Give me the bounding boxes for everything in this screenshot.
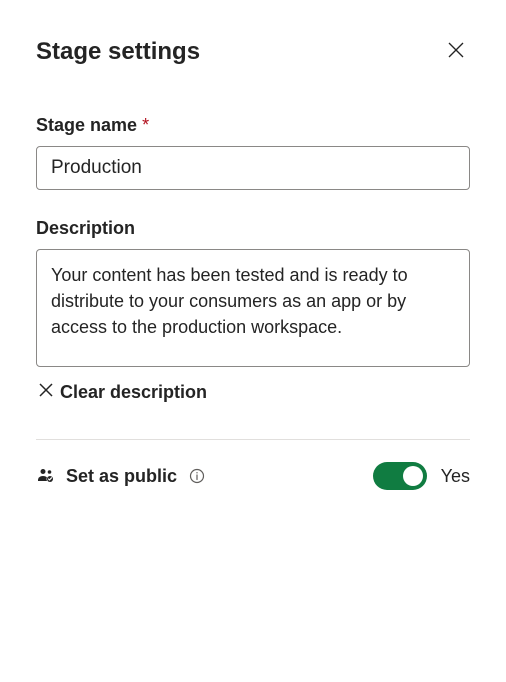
set-public-label: Set as public [66, 466, 177, 487]
clear-description-button[interactable]: Clear description [36, 374, 209, 411]
info-icon[interactable] [189, 468, 205, 484]
toggle-knob [403, 466, 423, 486]
close-button[interactable] [442, 36, 470, 67]
required-mark: * [142, 115, 149, 135]
description-textarea[interactable] [36, 249, 470, 367]
close-icon [446, 40, 466, 63]
people-icon [36, 466, 56, 486]
page-title: Stage settings [36, 38, 200, 66]
toggle-state-label: Yes [441, 466, 470, 487]
close-icon [38, 382, 54, 403]
stage-name-label: Stage name * [36, 115, 470, 136]
stage-name-input[interactable] [36, 146, 470, 190]
set-public-toggle[interactable] [373, 462, 427, 490]
description-label: Description [36, 218, 470, 239]
divider [36, 439, 470, 440]
stage-name-label-text: Stage name [36, 115, 137, 135]
clear-description-label: Clear description [60, 382, 207, 403]
